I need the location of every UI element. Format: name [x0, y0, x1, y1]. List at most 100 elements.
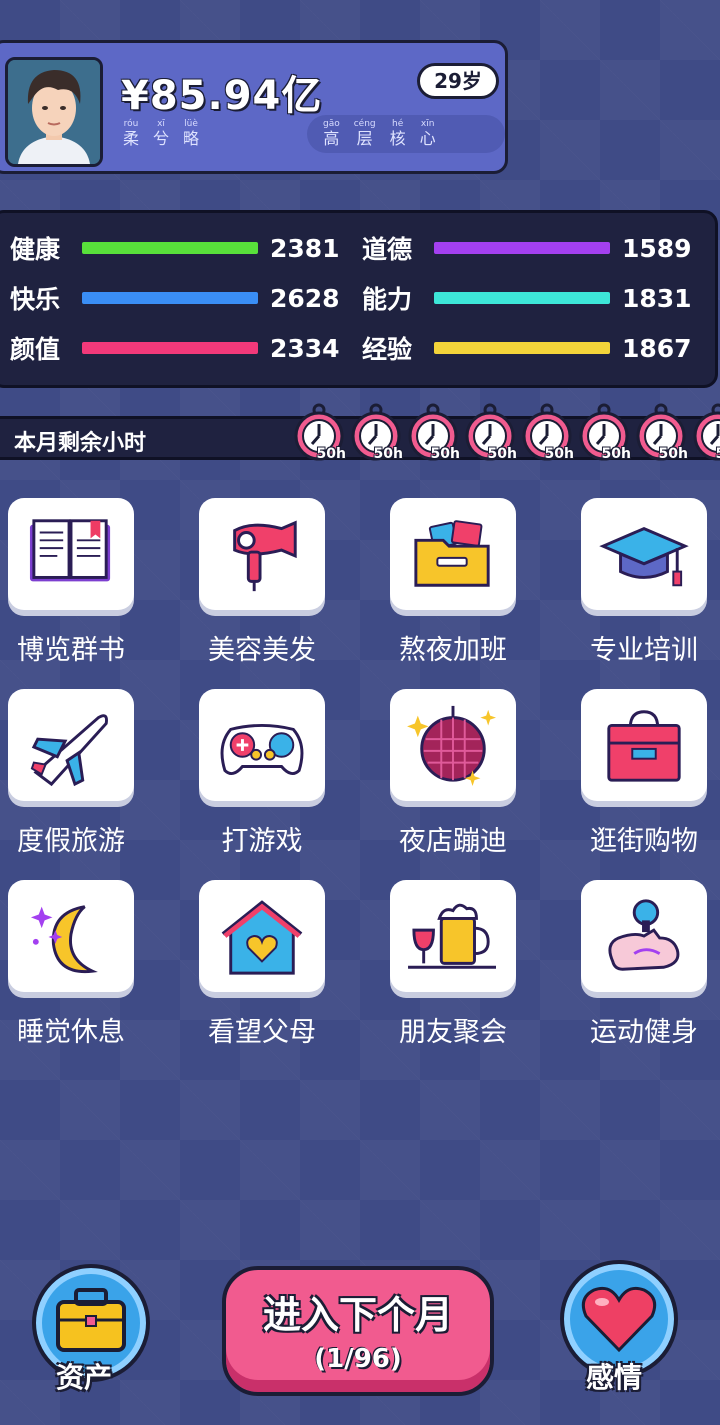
action-label: 夜店蹦迪: [399, 826, 507, 857]
action-label: 逛街购物: [590, 826, 698, 857]
hair-dryer-icon: [233, 520, 297, 592]
action-card[interactable]: [8, 880, 134, 992]
stat-morality: 道德 1589: [362, 230, 692, 266]
hour-clock-icon: 50h: [463, 402, 517, 462]
stat-bar: [82, 342, 258, 354]
drinks-icon: [408, 903, 496, 969]
folder-icon: [414, 520, 490, 587]
hour-clock-label: 50h: [658, 446, 688, 462]
action-label: 博览群书: [17, 635, 125, 666]
avatar[interactable]: [5, 57, 103, 167]
profile-card: ¥85.94亿 29岁 róu 柔 xī 兮 lüè 略 gāo 高 céng 层 hé 核…: [0, 40, 508, 174]
next-month-label: 进入下个月: [262, 1293, 453, 1337]
hour-clock-icon: 50h: [349, 402, 403, 462]
action-card[interactable]: [581, 880, 707, 992]
stat-bar: [82, 292, 258, 304]
action-tile[interactable]: [8, 689, 134, 807]
shopping-bag-icon: [607, 710, 681, 782]
action-label: 运动健身: [590, 1017, 698, 1048]
hour-clock-icon: 50h: [577, 402, 631, 462]
action-tile[interactable]: [390, 880, 516, 998]
stat-label: 健康: [10, 235, 61, 264]
stat-label: 道德: [362, 235, 413, 264]
hour-clock-label: 50h: [487, 446, 517, 462]
stat-label: 快乐: [10, 285, 61, 314]
action-tile[interactable]: [199, 498, 325, 616]
moon-icon: [30, 905, 98, 974]
stat-bar: [82, 242, 258, 254]
hour-clock-label: 50h: [716, 446, 720, 462]
home-heart-icon: [221, 900, 303, 975]
hour-clock-label: 50h: [601, 446, 631, 462]
action-label: 看望父母: [208, 1017, 316, 1048]
player-name: róu 柔 xī 兮 lüè 略: [123, 119, 200, 148]
hour-clock-icon: 50h: [691, 402, 720, 462]
hour-clock-icon: 50h: [292, 402, 346, 462]
action-label: 睡觉休息: [17, 1017, 125, 1048]
stat-happiness: 快乐 2628: [10, 280, 340, 316]
action-label: 打游戏: [221, 826, 303, 857]
action-card[interactable]: [390, 689, 516, 801]
action-card[interactable]: [390, 880, 516, 992]
age-badge: 29岁: [417, 63, 499, 99]
stat-looks: 颜值 2334: [10, 330, 340, 366]
action-card[interactable]: [581, 498, 707, 610]
action-tile[interactable]: [581, 880, 707, 998]
hour-clock-icon: 50h: [520, 402, 574, 462]
stat-label: 经验: [362, 335, 413, 364]
stat-value: 2628: [270, 283, 340, 313]
action-tile[interactable]: [581, 689, 707, 807]
hour-clock-label: 50h: [316, 446, 346, 462]
hour-clock-label: 50h: [373, 446, 403, 462]
stat-value: 1589: [622, 233, 692, 263]
graduation-cap-icon: [599, 526, 689, 587]
action-label: 朋友聚会: [399, 1017, 507, 1048]
next-month-button[interactable]: 进入下个月 (1/96): [222, 1266, 494, 1396]
action-label: 专业培训: [590, 635, 698, 666]
action-card[interactable]: [8, 689, 134, 801]
stat-ability: 能力 1831: [362, 280, 692, 316]
muscle-icon: [608, 899, 680, 971]
action-tile[interactable]: [8, 880, 134, 998]
action-tile[interactable]: [390, 689, 516, 807]
action-tile[interactable]: [581, 498, 707, 616]
stat-value: 1831: [622, 283, 692, 313]
action-card[interactable]: [390, 498, 516, 610]
stat-label: 颜值: [10, 335, 61, 364]
airplane-icon: [30, 714, 108, 787]
month-progress: (1/96): [314, 1344, 402, 1374]
stat-label: 能力: [362, 285, 413, 314]
emotion-label: 感情: [586, 1361, 643, 1394]
stat-experience: 经验 1867: [362, 330, 692, 366]
action-card[interactable]: [199, 498, 325, 610]
action-tile[interactable]: [390, 498, 516, 616]
action-card[interactable]: [199, 689, 325, 801]
action-label: 度假旅游: [17, 826, 125, 857]
stat-health: 健康 2381: [10, 230, 340, 266]
action-label: 熬夜加班: [399, 635, 507, 666]
hours-label: 本月剩余小时: [14, 431, 147, 456]
stat-bar: [434, 292, 610, 304]
stat-bar: [434, 242, 610, 254]
stat-value: 2381: [270, 233, 340, 263]
hour-clock-label: 50h: [430, 446, 460, 462]
stat-bar: [434, 342, 610, 354]
action-tile[interactable]: [199, 689, 325, 807]
stat-value: 2334: [270, 333, 340, 363]
book-icon: [29, 519, 111, 582]
action-card[interactable]: [8, 498, 134, 610]
action-label: 美容美发: [208, 635, 316, 666]
hour-clock-label: 50h: [544, 446, 574, 462]
action-tile[interactable]: [8, 498, 134, 616]
action-card[interactable]: [581, 689, 707, 801]
action-tile[interactable]: [199, 880, 325, 998]
stat-value: 1867: [622, 333, 692, 363]
hour-clock-icon: 50h: [406, 402, 460, 462]
disco-ball-icon: [407, 705, 496, 787]
assets-label: 资产: [56, 1361, 113, 1394]
money-amount: ¥85.94亿: [121, 73, 323, 119]
player-rank: gāo 高 céng 层 hé 核 xīn 心: [323, 119, 436, 148]
hour-clock-icon: 50h: [634, 402, 688, 462]
action-card[interactable]: [199, 880, 325, 992]
gamepad-icon: [220, 723, 304, 775]
